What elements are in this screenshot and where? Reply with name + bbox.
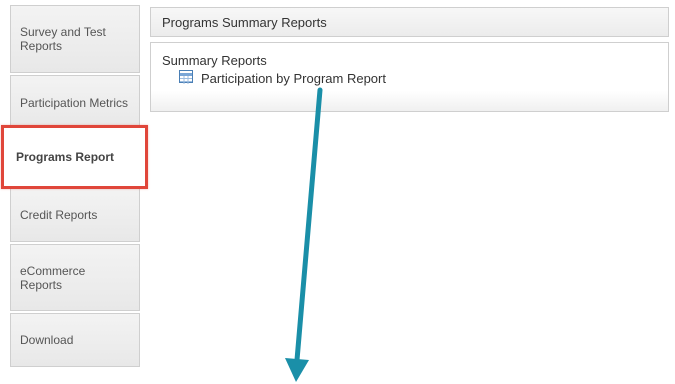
- summary-reports-panel: Summary Reports Participation by Program…: [150, 42, 669, 112]
- sidebar-item-ecommerce-reports[interactable]: eCommerce Reports: [10, 244, 140, 311]
- sidebar-item-programs-report[interactable]: Programs Report: [1, 125, 148, 189]
- participation-by-program-report-link[interactable]: Participation by Program Report: [179, 70, 386, 86]
- arrow-shaft: [294, 87, 323, 363]
- sidebar-item-label: Participation Metrics: [20, 95, 129, 110]
- sidebar-item-survey-and-test-reports[interactable]: Survey and Test Reports: [10, 5, 140, 73]
- table-report-icon: [179, 70, 193, 84]
- sidebar-item-label: Programs Report: [16, 150, 115, 164]
- section-title: Summary Reports: [162, 53, 267, 68]
- sidebar-item-download[interactable]: Download: [10, 313, 140, 367]
- sidebar-item-label: Survey and Test: [20, 25, 106, 39]
- sidebar-item-label: Credit Reports: [20, 208, 98, 222]
- page-title: Programs Summary Reports: [162, 14, 327, 30]
- panel-header: Programs Summary Reports: [150, 7, 669, 37]
- sidebar-item-label: Download: [20, 333, 74, 347]
- arrow-head: [285, 358, 309, 382]
- sidebar-item-participation-metrics[interactable]: Participation Metrics: [10, 75, 140, 130]
- report-link-label: Participation by Program Report: [201, 71, 386, 86]
- sidebar-item-label: eCommerce: [20, 263, 86, 278]
- sidebar-item-label: Reports: [20, 277, 63, 292]
- sidebar-item-credit-reports[interactable]: Credit Reports: [10, 188, 140, 242]
- sidebar-item-label: Reports: [20, 39, 63, 53]
